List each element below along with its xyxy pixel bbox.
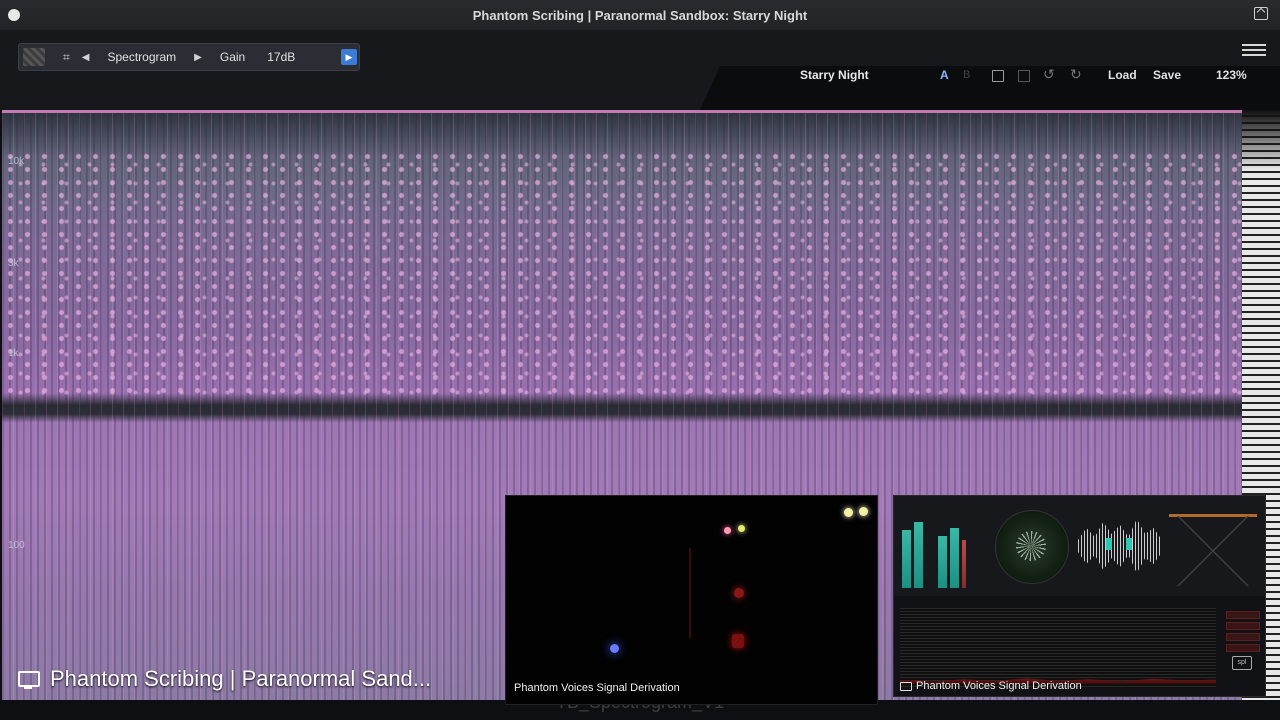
copy-icon[interactable]: [992, 70, 1004, 82]
play-button[interactable]: ▶: [341, 49, 357, 65]
preset-bar-background: [700, 66, 1280, 110]
screen-share-caption: Phantom Scribing | Paranormal Sand...: [18, 666, 431, 692]
preset-name[interactable]: Starry Night: [800, 68, 869, 82]
undo-icon[interactable]: ↺: [1043, 66, 1055, 83]
save-button[interactable]: Save: [1153, 68, 1181, 82]
gain-value[interactable]: 17dB: [261, 50, 301, 64]
level-meter: [902, 530, 911, 588]
share-icon[interactable]: [1254, 7, 1268, 20]
freq-label-10k: 10k: [8, 156, 25, 167]
red-light: [734, 588, 744, 598]
level-meter: [938, 536, 947, 588]
screen-share-caption-text: Phantom Scribing | Paranormal Sand...: [50, 666, 432, 691]
side-button[interactable]: [1226, 644, 1260, 652]
prev-view-button[interactable]: ◀: [70, 52, 102, 63]
video-tile-meters[interactable]: spl Phantom Voices Signal Derivation: [893, 495, 1266, 697]
redo-icon[interactable]: ↻: [1070, 66, 1082, 83]
next-view-button[interactable]: ▶: [182, 52, 214, 63]
level-meter: [950, 528, 959, 588]
crop-icon[interactable]: ⌗: [63, 50, 70, 65]
phase-scope: [1169, 516, 1257, 586]
hamburger-menu-icon[interactable]: [1242, 44, 1266, 59]
ab-compare-a[interactable]: A: [940, 68, 949, 82]
freq-label-3k: 3k: [8, 258, 19, 269]
tile2-caption-text: Phantom Voices Signal Derivation: [916, 680, 1082, 692]
red-line: [689, 548, 691, 638]
spectrogram-top-band: [2, 110, 1242, 113]
load-button[interactable]: Load: [1108, 68, 1137, 82]
spectrogram-highlights: [2, 150, 1242, 400]
window-title-bar: Phantom Scribing | Paranormal Sandbox: S…: [0, 0, 1280, 31]
window-title: Phantom Scribing | Paranormal Sandbox: S…: [472, 8, 808, 23]
zoom-level[interactable]: 123%: [1216, 68, 1247, 82]
freq-label-1k: 1k: [8, 348, 19, 359]
light-dot: [859, 507, 868, 516]
side-button[interactable]: [1226, 633, 1260, 641]
history-graph: [900, 608, 1216, 688]
level-meter: [962, 540, 966, 588]
tile1-caption: Phantom Voices Signal Derivation: [514, 682, 680, 694]
ab-compare-b[interactable]: B: [963, 69, 970, 81]
paste-icon[interactable]: [1018, 70, 1030, 82]
freq-label-100: 100: [8, 540, 25, 551]
waveform-marker: [1106, 538, 1112, 550]
spectrogram-logo-icon: [23, 48, 45, 66]
side-button[interactable]: [1226, 611, 1260, 619]
plugin-header: ⌗ ◀ Spectrogram ▶ Gain 17dB ▶ Starry Nig…: [0, 30, 1280, 110]
piano-shade: [1242, 110, 1280, 170]
monitor-icon: [18, 671, 40, 689]
light-dot: [738, 525, 745, 532]
view-mode-label[interactable]: Spectrogram: [101, 50, 182, 64]
spl-logo-icon: spl: [1232, 656, 1252, 670]
gain-label: Gain: [219, 50, 246, 64]
monitor-icon: [900, 681, 912, 691]
vectorscope-pattern: [1016, 531, 1046, 561]
side-button[interactable]: [1226, 622, 1260, 630]
video-tile-camera[interactable]: Phantom Voices Signal Derivation: [505, 495, 878, 705]
light-dot: [844, 508, 853, 517]
tile2-caption: Phantom Voices Signal Derivation: [900, 680, 1082, 692]
blue-light-dot: [610, 644, 619, 653]
level-meter: [914, 522, 923, 588]
view-toolbar: ⌗ ◀ Spectrogram ▶ Gain 17dB ▶: [18, 43, 360, 71]
waveform-marker: [1126, 538, 1132, 550]
light-dot: [724, 527, 731, 534]
red-light: [732, 634, 744, 648]
